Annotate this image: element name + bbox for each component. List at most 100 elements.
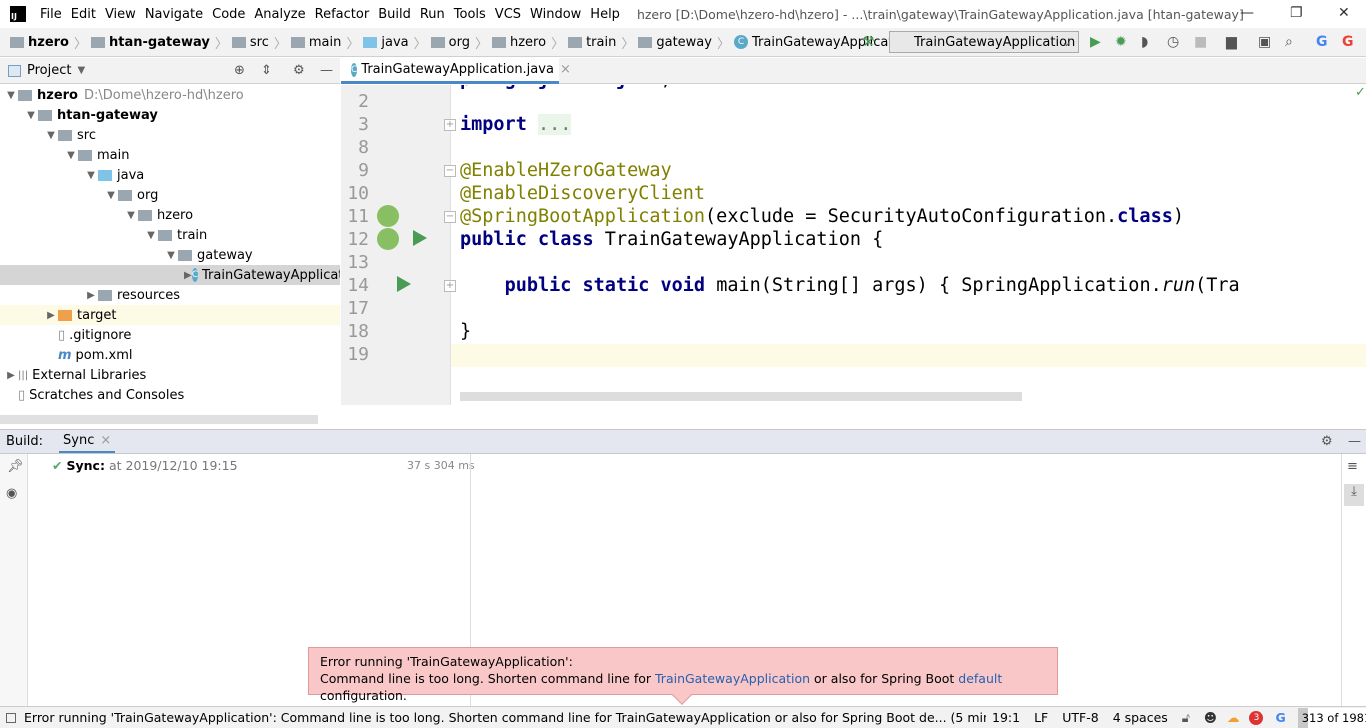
breadcrumb-item[interactable]: gateway 〉 [638, 33, 730, 52]
menu-tools[interactable]: Tools [454, 7, 486, 22]
code-editor[interactable]: 23891011121314171819 p g j j ; import ..… [341, 85, 1366, 425]
breadcrumb-item[interactable]: main 〉 [290, 33, 359, 52]
spring-bean-icon[interactable] [377, 205, 399, 227]
fold-marker-icon[interactable]: − [444, 165, 456, 177]
tree-item[interactable]: ▶ target [0, 305, 340, 325]
menu-vcs[interactable]: VCS [495, 7, 521, 22]
chevron-down-icon[interactable]: ▼ [104, 190, 118, 201]
run-icon[interactable]: ▶ [1090, 34, 1101, 50]
tree-item[interactable]: ▯ Scratches and Consoles [0, 385, 340, 405]
translate-icon[interactable]: G [1316, 34, 1328, 50]
hide-icon[interactable]: — [320, 63, 333, 78]
lock-icon[interactable]: 🔓︎ [1182, 710, 1190, 726]
toggle-tool-windows-icon[interactable] [6, 712, 16, 723]
tab-train-gateway-application[interactable]: C TrainGatewayApplication.java × [341, 58, 571, 84]
menu-build[interactable]: Build [378, 7, 411, 22]
menu-window[interactable]: Window [530, 7, 581, 22]
spring-boot-icon[interactable] [377, 228, 399, 250]
coverage-icon[interactable]: ◗ [1141, 34, 1148, 50]
tree-horizontal-scrollbar[interactable] [0, 415, 318, 424]
soft-wrap-icon[interactable]: ≡ [1347, 459, 1358, 474]
chevron-right-icon[interactable]: ▶ [4, 370, 18, 381]
breadcrumb-item[interactable]: src 〉 [231, 33, 287, 52]
run-configuration-select[interactable]: TrainGatewayApplication ⌄ [889, 31, 1079, 53]
project-view-select[interactable]: Project [27, 63, 71, 78]
menu-navigate[interactable]: Navigate [145, 7, 203, 22]
chevron-down-icon[interactable]: ▼ [124, 210, 138, 221]
file-encoding[interactable]: UTF-8 [1062, 710, 1098, 725]
menu-edit[interactable]: Edit [71, 7, 96, 22]
tree-item[interactable]: ▼ gateway [0, 245, 340, 265]
status-message[interactable]: Error running 'TrainGatewayApplication':… [24, 710, 986, 725]
collapse-all-icon[interactable]: ⇕ [261, 63, 272, 78]
hide-icon[interactable]: — [1348, 434, 1361, 449]
stop-icon[interactable]: ■ [1194, 34, 1207, 50]
menu-refactor[interactable]: Refactor [315, 7, 370, 22]
terminal-icon[interactable]: ▣ [1258, 34, 1271, 50]
tree-item[interactable]: ▯ .gitignore [0, 325, 340, 345]
indent-setting[interactable]: 4 spaces [1113, 710, 1168, 725]
memory-indicator[interactable]: 313 of 1981M [1297, 707, 1366, 728]
fold-marker-icon[interactable]: + [444, 119, 456, 131]
shorten-app-link[interactable]: TrainGatewayApplication [655, 671, 810, 686]
chevron-down-icon[interactable]: ▼ [77, 65, 85, 76]
sync-tree-item[interactable]: ✔ Sync: at 2019/12/10 19:15 [52, 458, 238, 473]
breadcrumb-item[interactable]: htan-gateway 〉 [91, 33, 228, 52]
eye-icon[interactable]: ◉ [6, 486, 17, 501]
chevron-down-icon[interactable]: ▼ [84, 170, 98, 181]
close-tab-icon[interactable]: × [560, 62, 571, 77]
search-icon[interactable]: ⌕ [1285, 34, 1293, 50]
editor-horizontal-scrollbar[interactable] [460, 392, 1022, 401]
tab-sync[interactable]: Sync × [59, 430, 116, 454]
inspector-icon[interactable]: ☻ [1204, 710, 1217, 725]
scroll-to-end-icon[interactable]: ⤓ [1344, 484, 1364, 506]
menu-code[interactable]: Code [212, 7, 245, 22]
debug-icon[interactable]: ✹ [1115, 34, 1127, 50]
tree-item[interactable]: m pom.xml [0, 345, 340, 365]
tree-item[interactable]: ▼ java [0, 165, 340, 185]
chevron-down-icon[interactable]: ▼ [24, 110, 38, 121]
tree-item[interactable]: ▼ hzero [0, 205, 340, 225]
breadcrumb-item[interactable]: hzero 〉 [10, 33, 87, 52]
minimize-button[interactable]: — [1240, 5, 1254, 21]
breadcrumb-item[interactable]: C TrainGatewayApplication [733, 33, 913, 52]
google-icon[interactable]: G [1275, 710, 1285, 725]
fold-marker-icon[interactable]: − [444, 211, 456, 223]
locate-icon[interactable]: ⊕ [234, 63, 245, 78]
notifications-badge[interactable]: 3 [1249, 710, 1264, 725]
shorten-default-link[interactable]: default [958, 671, 1002, 686]
breadcrumb-item[interactable]: java 〉 [363, 33, 427, 52]
run-class-icon[interactable] [413, 230, 427, 246]
close-button[interactable]: ✕ [1338, 5, 1350, 21]
tree-item[interactable]: ▼ htan-gateway [0, 105, 340, 125]
pin-icon[interactable]: 📌︎ [7, 459, 24, 474]
caret-position[interactable]: 19:1 [992, 710, 1020, 725]
tree-item[interactable]: ▼ hzero D:\Dome\hzero-hd\hzero [0, 85, 340, 105]
close-tab-icon[interactable]: × [100, 433, 111, 448]
chevron-down-icon[interactable]: ▼ [64, 150, 78, 161]
chevron-right-icon[interactable]: ▶ [84, 290, 98, 301]
gear-icon[interactable]: ⚙ [293, 63, 305, 78]
chevron-right-icon[interactable]: ▶ [184, 270, 192, 281]
menu-help[interactable]: Help [590, 7, 620, 22]
chevron-right-icon[interactable]: ▶ [44, 310, 58, 321]
menu-run[interactable]: Run [420, 7, 445, 22]
breadcrumb-item[interactable]: hzero 〉 [491, 33, 564, 52]
tree-item[interactable]: ▼ org [0, 185, 340, 205]
line-separator[interactable]: LF [1034, 710, 1048, 725]
menu-file[interactable]: File [40, 7, 62, 22]
chevron-down-icon[interactable]: ▼ [44, 130, 58, 141]
project-structure-icon[interactable]: ▆ [1226, 34, 1237, 50]
tree-item[interactable]: ▼ train [0, 225, 340, 245]
tree-item[interactable]: ▶C TrainGatewayApplication [0, 265, 340, 285]
chevron-down-icon[interactable]: ▼ [164, 250, 178, 261]
fold-marker-icon[interactable]: + [444, 280, 456, 292]
tree-item[interactable]: ▼ src [0, 125, 340, 145]
gear-icon[interactable]: ⚙ [1321, 434, 1333, 449]
maximize-button[interactable]: ❐ [1290, 5, 1303, 21]
update-icon[interactable]: ☁ [1227, 710, 1240, 725]
chevron-down-icon[interactable]: ▼ [144, 230, 158, 241]
tree-item[interactable]: ▶ ||| External Libraries [0, 365, 340, 385]
chevron-down-icon[interactable]: ▼ [4, 90, 18, 101]
menu-analyze[interactable]: Analyze [254, 7, 305, 22]
